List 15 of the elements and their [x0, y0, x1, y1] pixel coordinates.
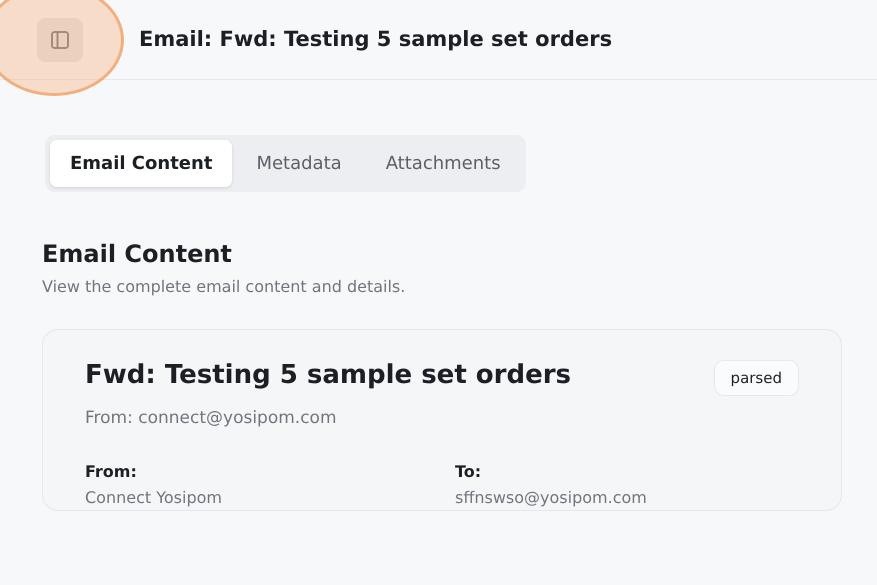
section-title: Email Content	[42, 240, 233, 269]
field-label: From:	[85, 460, 138, 483]
email-subject: Fwd: Testing 5 sample set orders	[85, 360, 572, 391]
tab[interactable]: Email Content	[50, 140, 232, 187]
sender-line: From: connect@yosipom.com	[85, 407, 338, 430]
field-value: sffnswso@yosipom.com	[455, 486, 648, 509]
status-badge: parsed	[714, 360, 799, 396]
field-value: Connect Yosipom	[85, 486, 223, 509]
sidebar-icon	[49, 28, 71, 50]
page-title: Email: Fwd: Testing 5 sample set orders	[139, 26, 612, 52]
tab[interactable]: Attachments	[366, 140, 521, 187]
section-subtitle: View the complete email content and details.	[42, 276, 406, 298]
field-label: To:	[455, 460, 482, 483]
tab[interactable]: Metadata	[236, 140, 362, 187]
sidebar-toggle-button[interactable]	[37, 18, 83, 62]
